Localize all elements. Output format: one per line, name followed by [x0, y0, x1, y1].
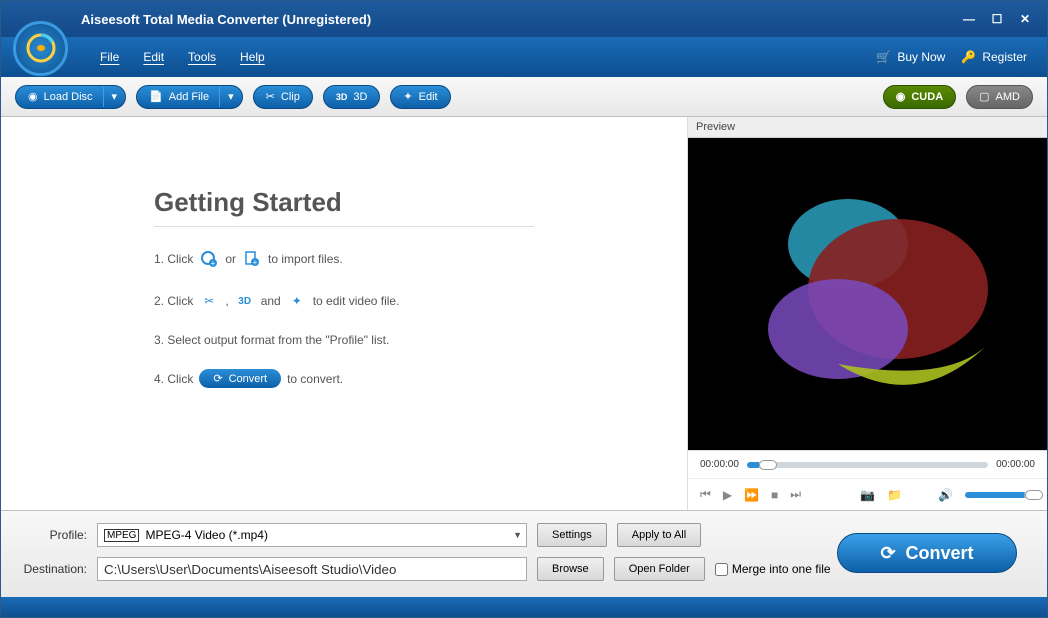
profile-label: Profile:	[21, 528, 87, 542]
disc-add-icon: +	[199, 249, 219, 269]
step-1: 1. Click + or + to import files.	[154, 249, 534, 269]
merge-checkbox[interactable]	[715, 563, 728, 576]
chevron-down-icon[interactable]: ▾	[219, 86, 242, 107]
time-current: 00:00:00	[700, 459, 739, 470]
merge-checkbox-label[interactable]: Merge into one file	[715, 562, 831, 576]
stop-button[interactable]: ■	[771, 488, 778, 502]
edit-icon: ✦	[403, 90, 412, 103]
amd-label: AMD	[996, 91, 1020, 103]
menubar: File Edit Tools Help 🛒 Buy Now 🔑 Registe…	[1, 37, 1047, 77]
refresh-icon: ⟳	[880, 543, 895, 564]
svg-text:+: +	[211, 259, 216, 268]
mini-convert-badge: ⟳ Convert	[199, 369, 281, 388]
next-button[interactable]: ⏭	[790, 487, 801, 502]
convert-button[interactable]: ⟳ Convert	[837, 533, 1017, 573]
player-controls: ⏮ ▶ ⏩ ■ ⏭ 📷 📁 🔊	[688, 478, 1047, 510]
menu-help[interactable]: Help	[228, 44, 277, 70]
clip-label: Clip	[281, 91, 300, 103]
3d-label: 3D	[353, 91, 367, 103]
apply-all-button[interactable]: Apply to All	[617, 523, 701, 547]
snapshot-button[interactable]: 📷	[860, 488, 875, 502]
preview-graphic	[718, 164, 1018, 424]
app-window: Aiseesoft Total Media Converter (Unregis…	[0, 0, 1048, 618]
add-file-icon: 📄	[149, 90, 163, 103]
key-icon: 🔑	[961, 50, 976, 64]
cuda-button[interactable]: ◉ CUDA	[883, 85, 956, 109]
file-list-pane: Getting Started 1. Click + or + to impor…	[1, 117, 687, 510]
preview-video[interactable]	[688, 138, 1047, 450]
getting-started: Getting Started 1. Click + or + to impor…	[154, 187, 534, 410]
menu-file[interactable]: File	[88, 44, 131, 70]
seek-thumb[interactable]	[759, 460, 777, 470]
volume-icon[interactable]: 🔊	[938, 488, 953, 502]
app-logo	[13, 21, 68, 76]
fast-forward-button[interactable]: ⏩	[744, 488, 759, 502]
cart-icon: 🛒	[876, 50, 891, 64]
time-total: 00:00:00	[996, 459, 1035, 470]
edit-label: Edit	[419, 91, 438, 103]
getting-started-title: Getting Started	[154, 187, 534, 227]
play-button[interactable]: ▶	[723, 488, 732, 502]
main-area: Getting Started 1. Click + or + to impor…	[1, 117, 1047, 510]
statusbar	[1, 597, 1047, 617]
profile-value: MPEG-4 Video (*.mp4)	[145, 528, 268, 542]
timeline: 00:00:00 00:00:00	[688, 450, 1047, 478]
prev-button[interactable]: ⏮	[700, 487, 711, 502]
chevron-down-icon: ▼	[513, 530, 522, 540]
menu-edit[interactable]: Edit	[131, 44, 176, 70]
logo-icon	[25, 32, 57, 64]
menu-tools[interactable]: Tools	[176, 44, 228, 70]
browse-button[interactable]: Browse	[537, 557, 604, 581]
window-title: Aiseesoft Total Media Converter (Unregis…	[11, 12, 953, 27]
preview-label: Preview	[688, 117, 1047, 138]
destination-input[interactable]	[97, 557, 527, 581]
snapshot-folder-button[interactable]: 📁	[887, 488, 902, 502]
clip-button[interactable]: ✂ Clip	[253, 85, 313, 109]
scissors-icon: ✂	[199, 291, 219, 311]
volume-slider[interactable]	[965, 492, 1035, 498]
settings-button[interactable]: Settings	[537, 523, 607, 547]
effects-icon: ✦	[287, 291, 307, 311]
amd-button[interactable]: ▢ AMD	[966, 85, 1033, 109]
edit-button[interactable]: ✦ Edit	[390, 85, 450, 109]
titlebar: Aiseesoft Total Media Converter (Unregis…	[1, 1, 1047, 37]
3d-icon: 3D	[336, 92, 348, 102]
3d-icon: 3D	[235, 291, 255, 311]
profile-dropdown[interactable]: MPEG MPEG-4 Video (*.mp4) ▼	[97, 523, 527, 547]
buy-now-button[interactable]: 🛒 Buy Now	[868, 46, 953, 68]
amd-icon: ▢	[979, 90, 989, 103]
register-button[interactable]: 🔑 Register	[953, 46, 1035, 68]
load-disc-label: Load Disc	[44, 91, 93, 103]
disc-icon: ◉	[28, 90, 38, 103]
convert-label: Convert	[906, 543, 974, 564]
merge-label: Merge into one file	[732, 562, 831, 576]
mp4-icon: MPEG	[104, 529, 139, 542]
toolbar: ◉ Load Disc ▾ 📄 Add File ▾ ✂ Clip 3D 3D …	[1, 77, 1047, 117]
step-2: 2. Click ✂ , 3D and ✦ to edit video file…	[154, 291, 534, 311]
scissors-icon: ✂	[266, 90, 275, 103]
cuda-label: CUDA	[911, 91, 943, 103]
seek-slider[interactable]	[747, 462, 988, 468]
buy-now-label: Buy Now	[897, 50, 945, 64]
minimize-button[interactable]: —	[957, 10, 981, 28]
register-label: Register	[982, 50, 1027, 64]
refresh-icon: ⟳	[213, 372, 222, 385]
step-3: 3. Select output format from the "Profil…	[154, 333, 534, 347]
chevron-down-icon[interactable]: ▾	[103, 86, 126, 107]
svg-text:+: +	[253, 258, 258, 267]
close-button[interactable]: ✕	[1013, 10, 1037, 28]
3d-button[interactable]: 3D 3D	[323, 85, 381, 109]
load-disc-button[interactable]: ◉ Load Disc ▾	[15, 85, 126, 109]
add-file-button[interactable]: 📄 Add File ▾	[136, 85, 243, 109]
open-folder-button[interactable]: Open Folder	[614, 557, 705, 581]
add-file-label: Add File	[169, 91, 209, 103]
step-4: 4. Click ⟳ Convert to convert.	[154, 369, 534, 388]
volume-thumb[interactable]	[1025, 490, 1043, 500]
file-add-icon: +	[242, 249, 262, 269]
preview-pane: Preview 00:00:00 00:00:00 ⏮ ▶ ⏩ ■ ⏭	[687, 117, 1047, 510]
nvidia-icon: ◉	[896, 90, 906, 103]
maximize-button[interactable]: ☐	[985, 10, 1009, 28]
destination-label: Destination:	[21, 562, 87, 576]
